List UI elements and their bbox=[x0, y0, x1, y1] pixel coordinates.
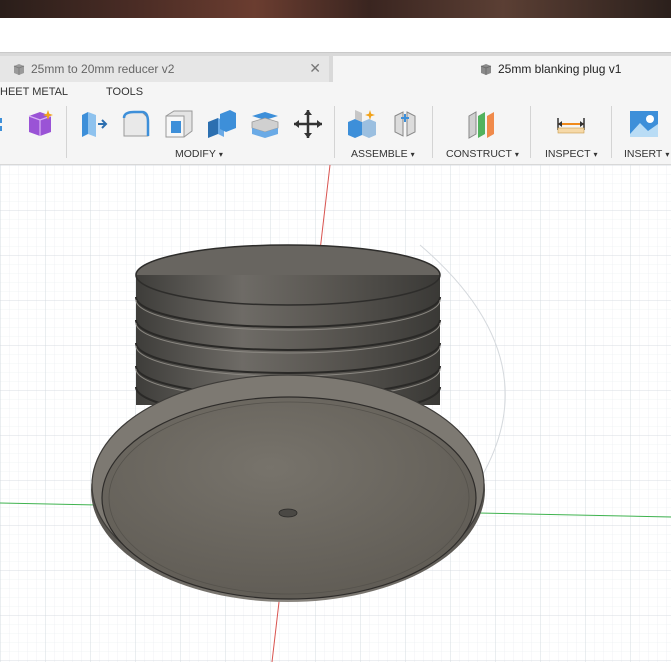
tab-label: 25mm to 20mm reducer v2 bbox=[31, 62, 175, 76]
sheet-metal-icon[interactable] bbox=[0, 108, 12, 140]
replace-face-icon[interactable] bbox=[249, 108, 281, 140]
construct-menu[interactable]: CONSTRUCT ▾ bbox=[446, 148, 519, 160]
insert-image-icon[interactable] bbox=[628, 108, 660, 140]
tab-label: 25mm blanking plug v1 bbox=[498, 62, 622, 76]
press-pull-icon[interactable] bbox=[78, 108, 110, 140]
separator bbox=[530, 106, 531, 158]
combine-icon[interactable] bbox=[206, 108, 238, 140]
category-tools[interactable]: TOOLS bbox=[106, 86, 143, 98]
fillet-icon[interactable] bbox=[120, 108, 152, 140]
category-sheet-metal[interactable]: HEET METAL bbox=[0, 86, 68, 98]
insert-menu[interactable]: INSERT ▾ bbox=[624, 148, 669, 160]
component-doc-icon bbox=[480, 64, 492, 75]
assemble-menu[interactable]: ASSEMBLE ▾ bbox=[351, 148, 415, 160]
blanking-plug-body[interactable] bbox=[91, 244, 485, 602]
create-form-icon[interactable] bbox=[24, 108, 56, 140]
3d-viewport[interactable] bbox=[0, 165, 671, 662]
separator bbox=[611, 106, 612, 158]
separator bbox=[334, 106, 335, 158]
ribbon-toolbar: HEET METAL TOOLS MODIFY ▾ ASSEMBLE ▾ CON… bbox=[0, 82, 671, 165]
offset-plane-icon[interactable] bbox=[466, 108, 498, 140]
separator bbox=[432, 106, 433, 158]
center-point-icon[interactable] bbox=[278, 508, 298, 518]
close-icon[interactable]: ✕ bbox=[309, 60, 321, 77]
new-component-icon[interactable] bbox=[346, 108, 378, 140]
modify-menu[interactable]: MODIFY ▾ bbox=[175, 148, 223, 160]
joint-icon[interactable] bbox=[389, 108, 421, 140]
move-copy-icon[interactable] bbox=[292, 108, 324, 140]
document-tab-bar: 25mm to 20mm reducer v2 ✕ 25mm blanking … bbox=[0, 52, 671, 83]
title-band bbox=[0, 18, 671, 52]
shell-icon[interactable] bbox=[163, 108, 195, 140]
viewport-canvas[interactable] bbox=[0, 165, 671, 662]
component-doc-icon bbox=[13, 64, 25, 75]
measure-icon[interactable] bbox=[555, 108, 587, 140]
tab-blanking-plug[interactable]: 25mm blanking plug v1 bbox=[333, 56, 671, 83]
background-photo-strip bbox=[0, 0, 671, 18]
inspect-menu[interactable]: INSPECT ▾ bbox=[545, 148, 598, 160]
separator bbox=[66, 106, 67, 158]
tab-reducer[interactable]: 25mm to 20mm reducer v2 ✕ bbox=[0, 56, 329, 83]
